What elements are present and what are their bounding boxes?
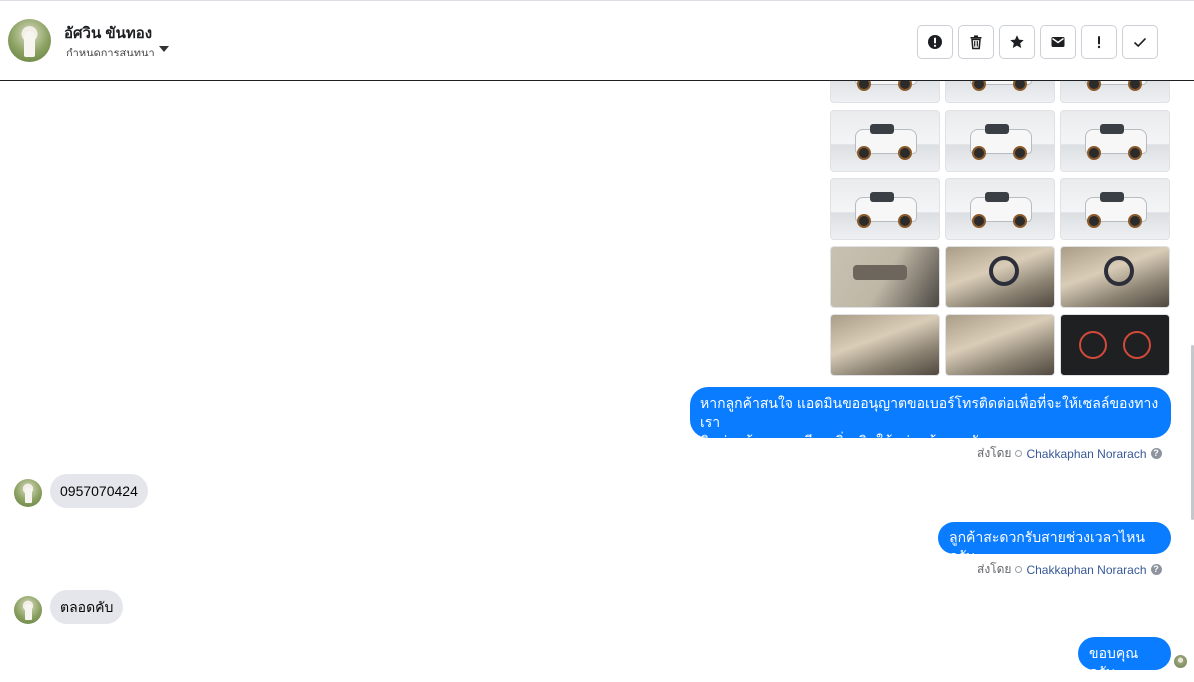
message-bubble-outgoing[interactable]: ขอบคุณครับ <box>1078 637 1171 680</box>
important-button[interactable] <box>1081 25 1117 59</box>
status-dot-icon <box>1015 450 1023 457</box>
photo-thumbnail[interactable] <box>945 178 1055 240</box>
photo-thumbnail[interactable] <box>830 110 940 172</box>
photo-thumbnail[interactable] <box>1060 246 1170 308</box>
photo-thumbnail[interactable] <box>830 314 940 376</box>
contact-name[interactable]: อัศวิน ขันทอง <box>64 21 152 45</box>
sent-by-row: ส่งโดย Chakkaphan Norarach ? <box>977 444 1162 463</box>
photo-thumbnail[interactable] <box>945 246 1055 308</box>
photo-thumbnail[interactable] <box>945 110 1055 172</box>
help-icon[interactable]: ? <box>1150 564 1162 575</box>
done-button[interactable] <box>1122 25 1158 59</box>
report-button[interactable] <box>917 25 953 59</box>
delete-button[interactable] <box>958 25 994 59</box>
photo-thumbnail[interactable] <box>1060 110 1170 172</box>
star-icon <box>1010 35 1024 48</box>
photo-thumbnail[interactable] <box>830 178 940 240</box>
message-bubble-outgoing[interactable]: หากลูกค้าสนใจ แอดมินขออนุญาตขอเบอร์โทรติ… <box>690 387 1171 449</box>
conversation-status-dropdown[interactable]: กำหนดการสนทนา <box>66 44 169 56</box>
alert-circle-icon <box>928 35 942 49</box>
status-dot-icon <box>1015 566 1023 573</box>
message-line: หากลูกค้าสนใจ แอดมินขออนุญาตขอเบอร์โทรติ… <box>700 395 1159 430</box>
message-bubble-incoming[interactable]: ตลอดคับ <box>50 590 124 624</box>
mark-unread-button[interactable] <box>1040 25 1076 59</box>
agent-name-link[interactable]: Chakkaphan Norarach <box>1026 563 1146 577</box>
sent-by-row: ส่งโดย Chakkaphan Norarach ? <box>977 560 1162 579</box>
conversation-status-label: กำหนดการสนทนา <box>66 48 155 56</box>
seen-avatar-icon <box>1174 655 1187 668</box>
contact-avatar-large[interactable] <box>8 19 51 62</box>
contact-avatar[interactable] <box>14 596 42 624</box>
help-icon[interactable]: ? <box>1150 448 1162 459</box>
sent-by-label: ส่งโดย <box>977 562 1012 576</box>
trash-icon <box>970 35 982 50</box>
conversation-header: อัศวิน ขันทอง กำหนดการสนทนา <box>0 1 1194 81</box>
contact-avatar[interactable] <box>14 479 42 507</box>
chevron-down-icon <box>158 46 169 52</box>
check-icon <box>1133 37 1147 48</box>
photo-thumbnail[interactable] <box>945 314 1055 376</box>
message-bubble-incoming[interactable]: 0957070424 <box>50 474 148 508</box>
photo-thumbnail[interactable] <box>830 246 940 308</box>
message-bubble-outgoing[interactable]: ลูกค้าสะดวกรับสายช่วงเวลาไหนครับ <box>938 522 1171 564</box>
star-button[interactable] <box>999 25 1035 59</box>
exclamation-icon <box>1097 36 1101 49</box>
envelope-icon <box>1051 37 1065 47</box>
sent-by-label: ส่งโดย <box>977 446 1012 460</box>
photo-thumbnail[interactable] <box>1060 178 1170 240</box>
agent-name-link[interactable]: Chakkaphan Norarach <box>1026 447 1146 461</box>
header-actions <box>917 25 1158 59</box>
photo-thumbnail[interactable] <box>1060 314 1170 376</box>
